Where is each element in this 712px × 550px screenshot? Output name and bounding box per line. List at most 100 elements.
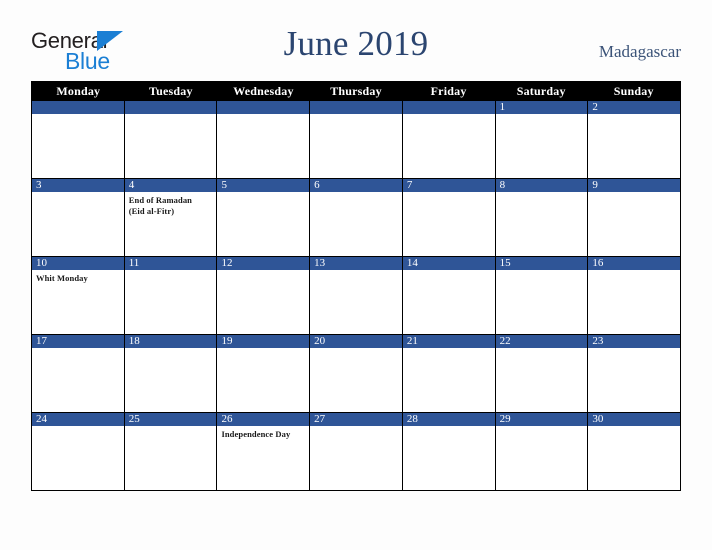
calendar-day-cell[interactable]: 25 [123, 413, 217, 490]
calendar-day-cell[interactable]: 13 [309, 257, 402, 334]
day-events [217, 114, 309, 117]
calendar-day-cell[interactable]: 9 [587, 179, 681, 256]
calendar-day-cell[interactable]: 26 Independence Day [216, 413, 310, 490]
day-number: 8 [495, 179, 588, 192]
day-events [403, 348, 495, 351]
day-events [32, 348, 124, 351]
calendar-day-cell[interactable]: 27 [309, 413, 402, 490]
calendar-day-cell[interactable]: 18 [123, 335, 217, 412]
holiday-label: Independence Day [221, 429, 291, 439]
page-title: June 2019 [283, 24, 429, 63]
calendar-day-cell[interactable]: 17 [32, 335, 124, 412]
day-number: 2 [588, 101, 681, 114]
day-header-sunday: Sunday [613, 84, 654, 98]
day-number [310, 101, 402, 114]
day-events: End of Ramadan (Eid al-Fitr) [125, 192, 217, 217]
calendar-day-cell[interactable]: 23 [587, 335, 681, 412]
day-number: 19 [217, 335, 310, 348]
day-number: 18 [124, 335, 217, 348]
day-number: 10 [32, 257, 124, 270]
day-number: 13 [310, 257, 402, 270]
calendar-day-cell[interactable] [123, 101, 217, 178]
day-events [125, 270, 217, 273]
calendar-day-cell[interactable] [309, 101, 402, 178]
day-number: 27 [310, 413, 402, 426]
day-events [32, 426, 124, 429]
day-number: 15 [495, 257, 588, 270]
day-number [402, 101, 495, 114]
day-events [217, 270, 309, 273]
page-header: General Blue June 2019 Madagascar [31, 22, 681, 78]
calendar-day-cell[interactable]: 3 [32, 179, 124, 256]
day-number: 6 [310, 179, 402, 192]
calendar-week-row: 10 Whit Monday 11 12 13 14 15 16 [32, 256, 681, 334]
day-events [310, 426, 402, 429]
calendar-day-cell[interactable]: 16 [587, 257, 681, 334]
calendar-grid: Monday Tuesday Wednesday Thursday Friday… [31, 81, 681, 491]
calendar-day-cell[interactable]: 19 [216, 335, 310, 412]
calendar-week-row: 12 [32, 101, 681, 178]
calendar-day-cell[interactable]: 30 [587, 413, 681, 490]
day-number: 12 [217, 257, 310, 270]
day-events [496, 114, 588, 117]
day-header-monday: Monday [56, 84, 101, 98]
calendar-day-cell[interactable]: 5 [216, 179, 310, 256]
day-header-friday: Friday [430, 84, 467, 98]
calendar-day-cell[interactable]: 15 [494, 257, 588, 334]
calendar-day-cell[interactable]: 21 [401, 335, 495, 412]
day-number: 1 [495, 101, 588, 114]
day-events [496, 192, 588, 195]
day-events [32, 192, 124, 195]
calendar-day-cell[interactable]: 20 [309, 335, 402, 412]
calendar-day-cell[interactable]: 22 [494, 335, 588, 412]
calendar-day-cell[interactable]: 10 Whit Monday [32, 257, 124, 334]
day-header-wednesday: Wednesday [233, 84, 294, 98]
day-header-thursday: Thursday [330, 84, 382, 98]
calendar-day-cell[interactable]: 4 End of Ramadan (Eid al-Fitr) [123, 179, 217, 256]
calendar-day-cell[interactable]: 11 [123, 257, 217, 334]
day-number: 3 [32, 179, 124, 192]
calendar-day-cell[interactable]: 8 [494, 179, 588, 256]
calendar-day-cell[interactable] [32, 101, 124, 178]
day-number: 5 [217, 179, 310, 192]
calendar-day-cell[interactable]: 7 [401, 179, 495, 256]
day-events [403, 192, 495, 195]
day-events [403, 114, 495, 117]
day-number: 22 [495, 335, 588, 348]
day-events [588, 192, 680, 195]
calendar-weeks: 1 2 3 4 End of Ramadan (Eid al-Fitr) 5 6 7 8 9 10 Wh… [32, 101, 681, 490]
calendar-day-cell[interactable]: 14 [401, 257, 495, 334]
calendar-day-cell[interactable]: 1 [494, 101, 588, 178]
day-events [310, 114, 402, 117]
day-number: 24 [32, 413, 124, 426]
calendar-day-cell[interactable]: 12 [216, 257, 310, 334]
calendar-day-cell[interactable]: 2 [587, 101, 681, 178]
calendar-day-cell[interactable]: 29 [494, 413, 588, 490]
calendar-week-row: 17 18 19 20 21 22 23 [32, 334, 681, 412]
day-events [310, 192, 402, 195]
day-events [588, 426, 680, 429]
day-events [125, 426, 217, 429]
calendar-day-cell[interactable]: 6 [309, 179, 402, 256]
day-events [403, 426, 495, 429]
day-number [32, 101, 124, 114]
day-events [125, 114, 217, 117]
day-number: 11 [124, 257, 217, 270]
calendar-day-cell[interactable] [216, 101, 310, 178]
day-events [403, 270, 495, 273]
calendar-day-cell[interactable] [401, 101, 495, 178]
day-events [496, 348, 588, 351]
day-header-saturday: Saturday [516, 84, 566, 98]
day-number: 25 [124, 413, 217, 426]
day-events [588, 270, 680, 273]
day-number: 4 [124, 179, 217, 192]
day-number: 21 [402, 335, 495, 348]
day-events [32, 114, 124, 117]
day-number: 30 [588, 413, 681, 426]
day-events [588, 114, 680, 117]
calendar-day-cell[interactable]: 24 [32, 413, 124, 490]
day-number: 20 [310, 335, 402, 348]
calendar-day-cell[interactable]: 28 [401, 413, 495, 490]
day-number: 14 [402, 257, 495, 270]
day-number: 26 [217, 413, 310, 426]
